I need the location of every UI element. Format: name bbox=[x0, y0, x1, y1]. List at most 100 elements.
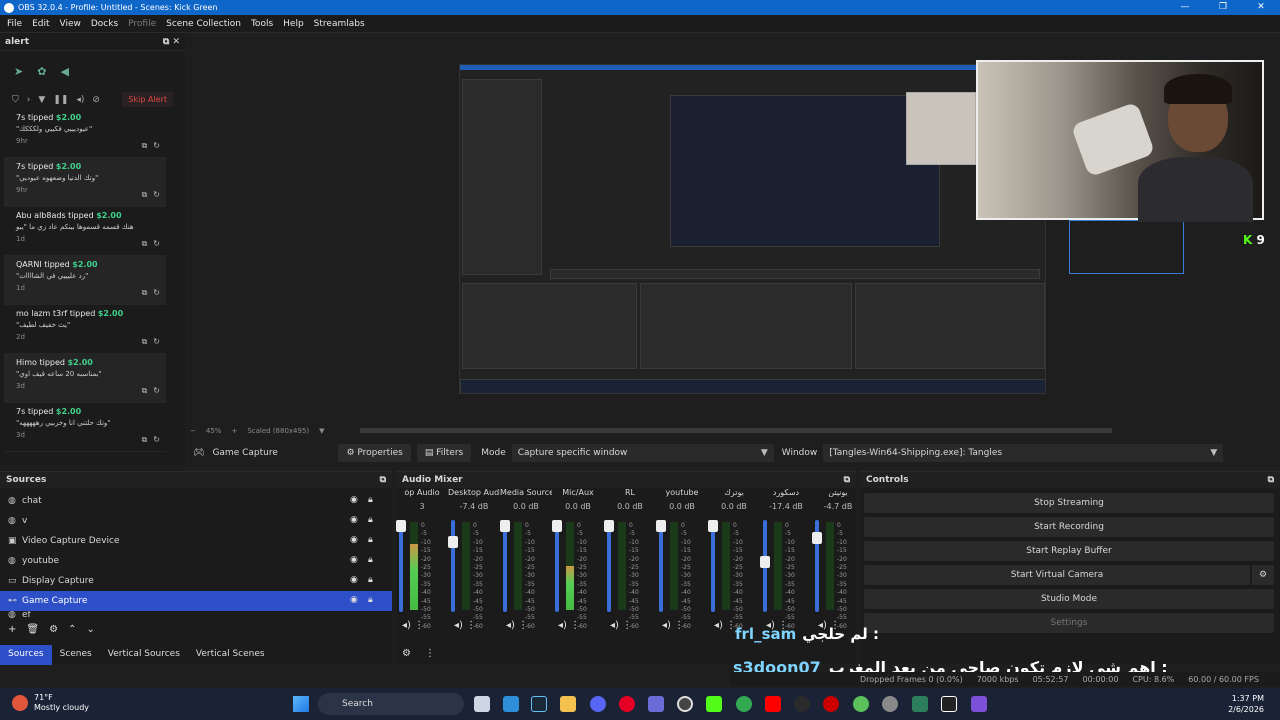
speaker-icon[interactable]: ◂) bbox=[454, 620, 463, 631]
alert-item[interactable]: 7s tipped $2.00 "وتك الدنيا وضعهوه عيوديي… bbox=[4, 158, 166, 207]
fader-knob[interactable] bbox=[604, 520, 614, 532]
settings-icon[interactable] bbox=[882, 696, 898, 712]
menu-profile[interactable]: Profile bbox=[123, 19, 161, 29]
windows-start-icon[interactable] bbox=[293, 696, 309, 712]
alert-item[interactable]: Abu alb8ads tipped $2.00 هنك قسمه قسموها … bbox=[4, 207, 166, 256]
lock-icon[interactable]: 🔒︎ bbox=[368, 595, 373, 605]
filters-button[interactable]: ▤ Filters bbox=[416, 444, 472, 462]
settings-button[interactable]: Settings bbox=[864, 613, 1274, 633]
move-up-icon[interactable]: ⌃ bbox=[68, 624, 76, 635]
steam-icon[interactable] bbox=[531, 696, 547, 712]
alert-item[interactable]: Himo tipped $2.00 "بمناسبه 20 ساعه قيف او… bbox=[4, 354, 166, 403]
speaker-icon[interactable]: ◂) bbox=[714, 620, 723, 631]
eye-icon[interactable]: ◉ bbox=[350, 515, 358, 525]
speaker-icon[interactable]: ◂) bbox=[558, 620, 567, 631]
volume-fader[interactable] bbox=[448, 520, 458, 612]
scale-dropdown-icon[interactable]: ▼ bbox=[319, 427, 324, 435]
mixer-menu-icon[interactable]: ⋮ bbox=[425, 648, 435, 659]
webcam-source[interactable] bbox=[976, 60, 1264, 222]
menu-edit[interactable]: Edit bbox=[27, 19, 54, 29]
messenger-icon[interactable] bbox=[648, 696, 664, 712]
volume-fader[interactable] bbox=[552, 520, 562, 612]
source-row-partial[interactable]: ◍ ef bbox=[0, 611, 392, 619]
replay-icon[interactable]: ↻ bbox=[153, 239, 160, 249]
window-select[interactable]: [Tangles-Win64-Shipping.exe]: Tangles ▼ bbox=[823, 444, 1224, 462]
gear-icon[interactable]: ⚙ bbox=[49, 624, 58, 635]
copy-icon[interactable]: ⧉ bbox=[142, 386, 148, 396]
zoom-out-icon[interactable]: − bbox=[190, 427, 196, 435]
menu-scene-collection[interactable]: Scene Collection bbox=[161, 19, 246, 29]
epic-games-icon[interactable] bbox=[941, 696, 957, 712]
channel-menu-icon[interactable]: ⋮ bbox=[622, 620, 632, 631]
edge-icon[interactable] bbox=[503, 696, 519, 712]
maximize-button[interactable]: ❐ bbox=[1204, 0, 1242, 15]
eye-icon[interactable]: ◉ bbox=[350, 595, 358, 605]
replay-icon[interactable]: ↻ bbox=[153, 190, 160, 200]
eye-icon[interactable]: ◉ bbox=[350, 535, 358, 545]
menu-file[interactable]: File bbox=[2, 19, 27, 29]
trash-icon[interactable]: 🗑︎ bbox=[26, 624, 39, 635]
source-row[interactable]: ⊷ Game Capture ◉ 🔒︎ bbox=[0, 591, 392, 611]
app-icon-3[interactable] bbox=[853, 696, 869, 712]
gift-icon[interactable]: ✿ bbox=[37, 65, 46, 78]
copy-icon[interactable]: ⧉ bbox=[142, 190, 148, 200]
properties-button[interactable]: ⚙ Properties bbox=[338, 444, 411, 462]
task-view-icon[interactable] bbox=[474, 696, 490, 712]
pinterest-icon[interactable] bbox=[619, 696, 635, 712]
app-icon-2[interactable] bbox=[823, 696, 839, 712]
fader-knob[interactable] bbox=[708, 520, 718, 532]
copy-icon[interactable]: ⧉ bbox=[142, 337, 148, 347]
fader-knob[interactable] bbox=[500, 520, 510, 532]
file-explorer-icon[interactable] bbox=[560, 696, 576, 712]
close-button[interactable]: ✕ bbox=[1242, 0, 1280, 15]
app-icon-4[interactable] bbox=[912, 696, 928, 712]
app-icon-1[interactable] bbox=[794, 696, 810, 712]
speaker-icon[interactable]: ◂) bbox=[662, 620, 671, 631]
copy-icon[interactable]: ⧉ bbox=[142, 141, 148, 151]
channel-menu-icon[interactable]: ⋮ bbox=[570, 620, 580, 631]
alert-item[interactable]: mo lazm t3rf tipped $2.00 "يث خفيف لطيف" 2… bbox=[4, 305, 166, 354]
replay-icon[interactable]: ↻ bbox=[153, 141, 160, 151]
alert-item[interactable]: 7s tipped $2.00 "وتك حلتني انا وخربيي رهه… bbox=[4, 403, 166, 452]
volume-icon[interactable]: ◂) bbox=[76, 95, 84, 105]
menu-tools[interactable]: Tools bbox=[246, 19, 278, 29]
lock-icon[interactable]: 🔒︎ bbox=[368, 515, 373, 525]
channel-menu-icon[interactable]: ⋮ bbox=[518, 620, 528, 631]
chrome-icon[interactable] bbox=[736, 696, 752, 712]
dock-close-icon[interactable]: ⧉ ✕ bbox=[163, 37, 180, 47]
fader-knob[interactable] bbox=[656, 520, 666, 532]
copy-icon[interactable]: ⧉ bbox=[142, 288, 148, 298]
source-row[interactable]: ▭ Display Capture ◉ 🔒︎ bbox=[0, 571, 392, 591]
speaker-icon[interactable]: ◂) bbox=[402, 620, 411, 631]
fader-knob[interactable] bbox=[812, 532, 822, 544]
skip-alert-button[interactable]: Skip Alert bbox=[122, 92, 173, 107]
megaphone-icon[interactable]: ◀ bbox=[60, 65, 68, 78]
alert-item[interactable]: 7s tipped $2.00 "عيوديييي فكييي ولكككك" 9h… bbox=[4, 109, 166, 158]
menu-streamlabs[interactable]: Streamlabs bbox=[309, 19, 370, 29]
source-row[interactable]: ▣ Video Capture Device ◉ 🔒︎ bbox=[0, 531, 392, 551]
stop-streaming-button[interactable]: Stop Streaming bbox=[864, 493, 1274, 513]
eye-icon[interactable]: ◉ bbox=[350, 575, 358, 585]
source-row[interactable]: ◍ youtube ◉ 🔒︎ bbox=[0, 551, 392, 571]
alert-item[interactable]: QARNI tipped $2.00 "رد عليييي في الشاااات… bbox=[4, 256, 166, 305]
start-virtual-camera-button[interactable]: Start Virtual Camera bbox=[864, 565, 1250, 585]
eye-icon[interactable]: ◉ bbox=[350, 555, 358, 565]
lock-icon[interactable]: 🔒︎ bbox=[368, 495, 373, 505]
start-recording-button[interactable]: Start Recording bbox=[864, 517, 1274, 537]
tab-sources[interactable]: Sources bbox=[0, 645, 52, 665]
studio-mode-button[interactable]: Studio Mode bbox=[864, 589, 1274, 609]
fader-knob[interactable] bbox=[448, 536, 458, 548]
dock-undock-icon[interactable]: ⧉ bbox=[1268, 475, 1274, 485]
volume-fader[interactable] bbox=[760, 520, 770, 612]
lock-icon[interactable]: 🔒︎ bbox=[368, 555, 373, 565]
send-icon[interactable]: ➤ bbox=[14, 65, 23, 78]
app-icon-5[interactable] bbox=[971, 696, 987, 712]
pause-icon[interactable]: ❚❚ bbox=[53, 95, 68, 105]
filter-icon[interactable]: ▼ bbox=[38, 95, 45, 105]
channel-menu-icon[interactable]: ⋮ bbox=[414, 620, 424, 631]
youtube-icon[interactable] bbox=[765, 696, 781, 712]
kick-taskbar-icon[interactable] bbox=[706, 696, 722, 712]
dock-undock-icon[interactable]: ⧉ bbox=[844, 475, 850, 485]
dock-undock-icon[interactable]: ⧉ bbox=[380, 475, 386, 485]
speaker-icon[interactable]: ◂) bbox=[610, 620, 619, 631]
